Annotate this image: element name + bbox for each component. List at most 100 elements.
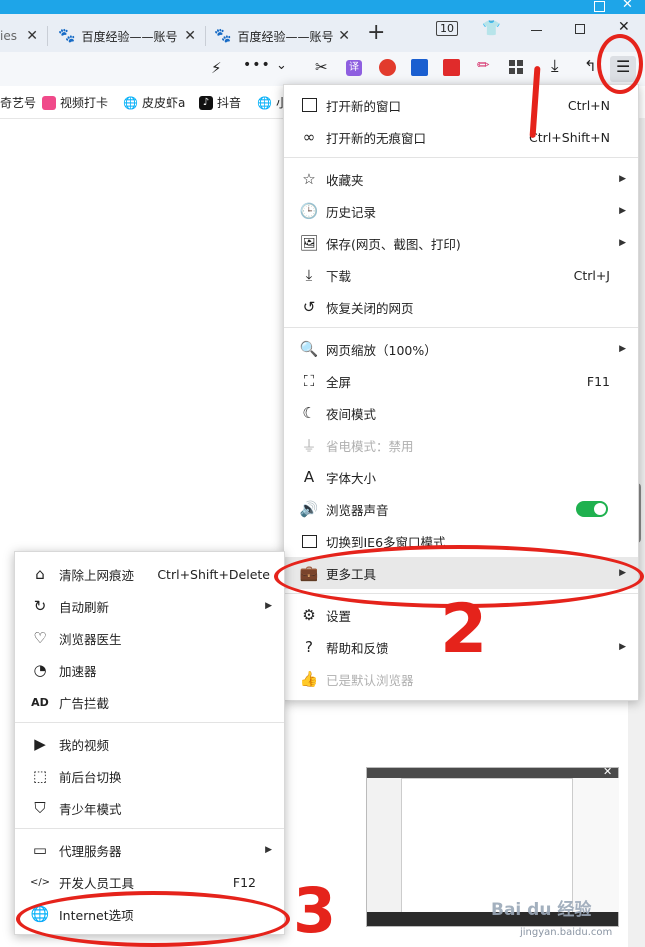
restore-icon[interactable]: [575, 24, 585, 34]
menu-item-save[interactable]: 🖼 保存(网页、截图、打印) ▶: [284, 227, 638, 259]
submenu-item-proxy[interactable]: ▭ 代理服务器 ▶: [15, 834, 284, 866]
save-image-icon: 🖼: [299, 234, 319, 252]
paw-icon: 🐾: [58, 28, 76, 44]
menu-item-fullscreen[interactable]: ⛶ 全屏 F11: [284, 365, 638, 397]
undo-icon: ↺: [302, 298, 316, 316]
tab-1[interactable]: ies ✕: [0, 20, 44, 52]
paw-icon: 🐾: [214, 28, 232, 44]
more-icon[interactable]: •••: [243, 57, 271, 73]
switch-icon: ⬚: [32, 767, 48, 785]
close-tab-icon[interactable]: ✕: [184, 28, 196, 44]
globe-icon: 🌐: [123, 95, 138, 110]
pen-icon[interactable]: ✏: [477, 56, 490, 74]
speaker-icon: 🔊: [299, 500, 319, 518]
refresh-clock-icon: ↻: [33, 597, 47, 615]
menu-item-incognito[interactable]: ∞ 打开新的无痕窗口 Ctrl+Shift+N: [284, 121, 638, 153]
tab-preview-thumbnail[interactable]: ✕ Bai du 经验: [366, 765, 619, 927]
window-close-icon[interactable]: ✕: [622, 0, 633, 12]
sound-toggle[interactable]: [576, 501, 608, 517]
menu-item-browser-sound[interactable]: 🔊 浏览器声音: [284, 493, 638, 525]
submenu-item-browser-doctor[interactable]: ♡ 浏览器医生: [15, 622, 284, 654]
bookmark-item[interactable]: 视频打卡: [42, 94, 108, 111]
tab-count-badge[interactable]: 10: [436, 21, 458, 36]
bookmark-item[interactable]: ♪ 抖音: [199, 94, 241, 111]
bookmark-label: 视频打卡: [60, 96, 109, 110]
chevron-down-icon[interactable]: ⌄: [276, 58, 287, 73]
fullscreen-icon: ⛶: [303, 372, 315, 390]
chevron-right-icon: ▶: [619, 344, 626, 354]
star-icon: ☆: [302, 170, 316, 188]
annotation-circle-menu-button: [597, 34, 643, 94]
menu-item-history[interactable]: 🕒 历史记录 ▶: [284, 195, 638, 227]
blue-app-icon[interactable]: [411, 59, 428, 76]
submenu-item-ad-block[interactable]: AD 广告拦截: [15, 686, 284, 718]
menu-item-night-mode[interactable]: ☾ 夜间模式: [284, 397, 638, 429]
red-app-icon[interactable]: [379, 59, 396, 76]
annotation-circle-internet-options: [16, 891, 290, 947]
close-window-icon[interactable]: ✕: [618, 19, 630, 35]
chevron-right-icon: ▶: [265, 601, 272, 611]
submenu-item-teen-mode[interactable]: ⛉ 青少年模式: [15, 792, 284, 824]
undo-icon[interactable]: ↰: [584, 57, 597, 75]
video-app-icon: [42, 95, 56, 110]
menu-item-zoom[interactable]: 🔍 网页缩放（100%） ▶: [284, 333, 638, 365]
tab-3[interactable]: 🐾 百度经验——账号 ✕: [208, 20, 356, 52]
plug-icon: ⏚: [301, 436, 317, 455]
zoom-icon: 🔍: [299, 340, 319, 358]
bookmark-label: 抖音: [217, 96, 242, 110]
bookmark-item[interactable]: 奇艺号: [0, 94, 36, 111]
tab-title: ies: [0, 29, 17, 43]
download-icon[interactable]: ⤓: [551, 56, 559, 76]
watermark-brand: Bai du 经验: [491, 900, 592, 920]
globe-icon: 🌐: [257, 95, 272, 110]
download-icon: ⤓: [305, 266, 313, 284]
scissors-icon[interactable]: ✂: [315, 58, 328, 76]
tiktok-icon: ♪: [199, 95, 213, 110]
red-bag-icon[interactable]: [443, 59, 460, 76]
menu-item-font-size[interactable]: A 字体大小: [284, 461, 638, 493]
submenu-item-accelerator[interactable]: ◔ 加速器: [15, 654, 284, 686]
bookmark-item[interactable]: 🌐 皮皮虾a: [123, 94, 185, 111]
speedometer-icon: ◔: [33, 661, 47, 679]
close-tab-icon[interactable]: ✕: [26, 28, 38, 44]
bookmark-label: 奇艺号: [0, 96, 37, 110]
tab-bar: ies ✕ 🐾 百度经验——账号 ✕ 🐾 百度经验——账号 ✕ + 10 👕 ✕: [0, 14, 645, 52]
help-icon: ?: [305, 638, 313, 656]
toolbar: ⚡ ••• ⌄ ✂ 译 ✏ ⤓ ↰ ☰: [0, 52, 645, 86]
apps-grid-icon[interactable]: [509, 60, 523, 74]
font-icon: A: [303, 468, 315, 486]
tab-title: 百度经验——账号: [81, 29, 178, 44]
gear-icon: ⚙: [302, 606, 316, 624]
menu-item-favorites[interactable]: ☆ 收藏夹 ▶: [284, 163, 638, 195]
window-title-strip: ✕: [0, 0, 645, 14]
submenu-item-switch-bg[interactable]: ⬚ 前后台切换: [15, 760, 284, 792]
chevron-right-icon: ▶: [265, 845, 272, 855]
new-tab-button[interactable]: +: [367, 20, 385, 45]
shield-icon: ⛉: [34, 799, 46, 817]
tab-title: 百度经验——账号: [237, 29, 334, 44]
submenu-item-my-videos[interactable]: ▶ 我的视频: [15, 728, 284, 760]
incognito-icon: ∞: [302, 128, 316, 146]
close-tab-icon[interactable]: ✕: [338, 28, 350, 44]
close-preview-icon[interactable]: ✕: [603, 765, 612, 778]
watermark-url: jingyan.baidu.com: [520, 927, 613, 938]
skin-icon[interactable]: 👕: [482, 19, 501, 37]
heart-pulse-icon: ♡: [33, 629, 47, 647]
window-maximize-icon[interactable]: [594, 1, 605, 12]
broom-icon: ⌂: [35, 565, 45, 583]
minimize-icon[interactable]: [531, 30, 542, 31]
chevron-right-icon: ▶: [619, 206, 626, 216]
window-icon: [300, 96, 318, 114]
menu-item-downloads[interactable]: ⤓ 下载 Ctrl+J: [284, 259, 638, 291]
thumbs-up-icon: 👍: [299, 670, 319, 688]
play-icon: ▶: [34, 735, 46, 753]
submenu-item-auto-refresh[interactable]: ↻ 自动刷新 ▶: [15, 590, 284, 622]
more-tools-submenu: ⌂ 清除上网痕迹 Ctrl+Shift+Delete ↻ 自动刷新 ▶ ♡ 浏览…: [14, 551, 285, 935]
tab-2[interactable]: 🐾 百度经验——账号 ✕: [52, 20, 202, 52]
lightning-icon[interactable]: ⚡: [211, 59, 222, 77]
translate-icon[interactable]: 译: [346, 60, 362, 76]
menu-item-new-window[interactable]: 打开新的窗口 Ctrl+N: [284, 89, 638, 121]
submenu-item-clear-traces[interactable]: ⌂ 清除上网痕迹 Ctrl+Shift+Delete: [15, 558, 284, 590]
menu-item-restore-closed[interactable]: ↺ 恢复关闭的网页: [284, 291, 638, 323]
annotation-number-3: 3: [293, 874, 337, 947]
